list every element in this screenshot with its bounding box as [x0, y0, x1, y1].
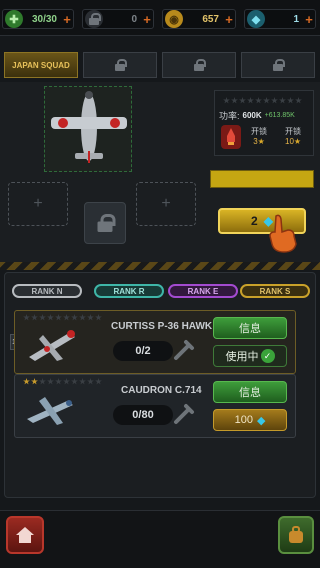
unlock-item-1: 开锁 3★	[251, 127, 267, 146]
lock-resource-value: 0	[131, 13, 137, 25]
gem-counter[interactable]: ◆ 1 +	[244, 9, 316, 29]
progress-bar	[210, 170, 314, 188]
main-plane-slot[interactable]	[44, 86, 132, 172]
tab-rank-s[interactable]: RANK S	[240, 284, 310, 298]
plane-name: CURTISS P-36 HAWK	[111, 321, 213, 332]
hazard-stripe-divider	[0, 262, 320, 270]
energy-value: 30/30	[31, 13, 57, 25]
plane-count: 0/2	[113, 341, 173, 361]
add-gems-button[interactable]: +	[303, 12, 315, 27]
add-lock-resource-button[interactable]: +	[141, 12, 153, 27]
lock-icon	[194, 59, 206, 71]
tab-locked-squad-2[interactable]	[162, 52, 236, 78]
p36-hawk-plane-image	[51, 91, 127, 163]
locked-slot	[84, 202, 126, 244]
tab-rank-e[interactable]: RANK E	[168, 284, 238, 298]
info-button[interactable]: 信息	[213, 317, 287, 339]
plus-icon: +	[161, 195, 171, 212]
plane-count: 0/80	[113, 405, 173, 425]
backpack-icon	[289, 526, 303, 543]
lock-icon	[97, 214, 116, 232]
empty-slot-right[interactable]: +	[136, 182, 196, 226]
home-button[interactable]	[6, 516, 44, 554]
plane-card-caudron[interactable]: CAUDRON C.714 0/80 信息 100 ◆	[14, 374, 296, 438]
caudron-plane-image	[27, 397, 73, 425]
tab-rank-r[interactable]: RANK R	[94, 284, 164, 298]
star-rating	[223, 97, 302, 104]
in-use-button[interactable]: 使用中 ✓	[213, 345, 287, 367]
gem-icon: ◆	[256, 414, 266, 427]
inventory-button[interactable]	[278, 516, 314, 554]
bottom-bar	[0, 510, 320, 568]
lock-resource-counter[interactable]: 0 +	[82, 9, 154, 29]
plus-icon: +	[33, 195, 43, 212]
green-energy-icon: ✚	[5, 10, 23, 28]
star-rating	[23, 314, 102, 321]
coin-counter[interactable]: ◉ 657 +	[162, 9, 236, 29]
upgrade-value: 2	[251, 214, 258, 228]
power-label: 功率:	[219, 111, 240, 121]
coin-value: 657	[202, 13, 219, 25]
energy-counter[interactable]: ✚ 30/30 +	[2, 9, 74, 29]
tutorial-hand-pointer-icon	[269, 214, 297, 253]
gem-value: 1	[293, 13, 299, 25]
gem-icon: ◆	[247, 10, 265, 28]
tab-japan-squad-label: JAPAN SQUAD	[12, 60, 70, 70]
unlock-item-2: 开锁 10★	[285, 127, 302, 146]
home-icon	[16, 527, 34, 543]
tab-locked-squad-3[interactable]	[241, 52, 315, 78]
coin-icon: ◉	[165, 10, 183, 28]
add-energy-button[interactable]: +	[61, 12, 73, 27]
plane-info-panel: 功率: 600K +613.85K 开锁 3★ 开锁 10★	[214, 90, 314, 156]
plane-name: CAUDRON C.714	[121, 385, 202, 396]
info-button[interactable]: 信息	[213, 381, 287, 403]
check-icon: ✓	[260, 349, 275, 363]
tab-locked-squad-1[interactable]	[83, 52, 157, 78]
empty-slot-left[interactable]: +	[8, 182, 68, 226]
plane-card-curtiss[interactable]: CURTISS P-36 HAWK 0/2 信息 使用中 ✓	[14, 310, 296, 374]
tab-rank-n[interactable]: RANK N	[12, 284, 82, 298]
power-bonus: +613.85K	[264, 112, 295, 119]
wrench-icon	[174, 404, 194, 424]
add-coins-button[interactable]: +	[223, 12, 235, 27]
wrench-icon	[174, 340, 194, 360]
curtiss-plane-image	[29, 330, 75, 361]
unlock-cost-button[interactable]: 100 ◆	[213, 409, 287, 431]
power-value: 600K	[242, 111, 262, 120]
lock-icon	[115, 59, 127, 71]
lock-icon	[273, 59, 285, 71]
star-rating	[23, 378, 102, 385]
lock-icon	[85, 10, 103, 28]
rocket-icon	[221, 125, 241, 149]
tab-japan-squad[interactable]: JAPAN SQUAD	[4, 52, 78, 78]
